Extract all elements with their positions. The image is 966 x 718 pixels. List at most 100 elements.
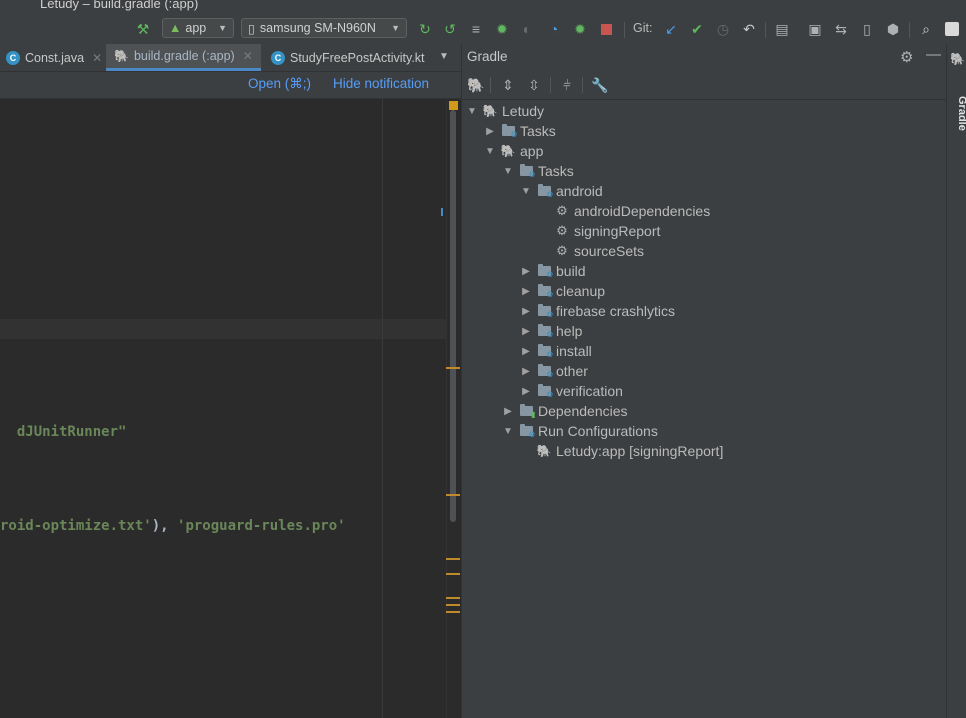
warning-marker[interactable] — [446, 367, 460, 369]
close-icon[interactable]: ✕ — [92, 51, 102, 65]
tab-label: StudyFreePostActivity.kt — [290, 50, 425, 65]
tree-item[interactable]: ▶ ⚙ install — [517, 341, 592, 361]
stop-icon[interactable] — [596, 19, 616, 39]
expanded-arrow-icon[interactable]: ▼ — [481, 146, 499, 157]
tree-item[interactable]: ⚙ androidDependencies — [535, 201, 710, 221]
project-structure-icon[interactable]: ▤ — [772, 19, 792, 39]
wrench-icon[interactable]: 🔧 — [590, 76, 610, 94]
git-rollback-icon[interactable]: ↶ — [739, 19, 759, 39]
tree-item[interactable]: ▶ ⚙ other — [517, 361, 588, 381]
close-icon[interactable]: ✕ — [243, 49, 253, 63]
tree-item[interactable]: ▶ ⚙ help — [517, 321, 582, 341]
tree-item[interactable]: ▶ ⚙ verification — [517, 381, 623, 401]
tree-item-label: Tasks — [520, 123, 556, 139]
tree-item[interactable]: 🐘 Letudy:app [signingReport] — [517, 441, 724, 461]
collapsed-arrow-icon[interactable]: ▶ — [481, 126, 499, 137]
toggle-offline-icon[interactable]: ⫩ — [557, 76, 577, 94]
gear-icon: ⚙ — [556, 203, 568, 218]
open-link[interactable]: Open (⌘;) — [248, 76, 311, 92]
coverage-icon[interactable]: ◐ — [517, 19, 537, 39]
expanded-arrow-icon[interactable]: ▼ — [499, 166, 517, 177]
hammer-build-icon[interactable]: ⚒ — [133, 19, 153, 39]
expanded-arrow-icon[interactable]: ▼ — [499, 426, 517, 437]
tree-item-label: other — [556, 363, 588, 379]
tree-item[interactable]: ▶ ⚙ cleanup — [517, 281, 605, 301]
collapsed-arrow-icon[interactable]: ▶ — [517, 286, 535, 297]
task-folder-icon: ⚙ — [517, 423, 536, 439]
git-history-icon[interactable]: ◷ — [713, 19, 733, 39]
expanded-arrow-icon[interactable]: ▼ — [517, 186, 535, 197]
gradle-strip-label[interactable]: Gradle — [956, 96, 966, 131]
string-literal: dJUnitRunner" — [16, 424, 127, 440]
editor-scrollbar-thumb[interactable] — [450, 110, 456, 522]
tree-item[interactable]: ⚙ sourceSets — [535, 241, 644, 261]
warning-marker[interactable] — [446, 611, 460, 613]
user-avatar-icon[interactable] — [942, 19, 962, 39]
tree-item[interactable]: ▼ 🐘 Letudy — [463, 101, 544, 121]
warning-marker[interactable] — [446, 494, 460, 496]
collapsed-arrow-icon[interactable]: ▶ — [499, 406, 517, 417]
tree-item[interactable]: ▶ ▮ Dependencies — [499, 401, 628, 421]
collapse-all-icon[interactable]: ⇳ — [524, 76, 544, 94]
tree-item-label: Letudy — [502, 103, 545, 119]
git-update-icon[interactable]: ↙ — [661, 19, 681, 39]
tree-item[interactable]: ▶ ⚙ build — [517, 261, 585, 281]
attach-debugger-icon[interactable]: ✹ — [570, 19, 590, 39]
run-list-icon[interactable]: ≡ — [466, 19, 486, 39]
warning-marker[interactable] — [446, 558, 460, 560]
tree-item[interactable]: ▶ ⚙ Tasks — [481, 121, 556, 141]
elephant-icon: 🐘 — [536, 444, 552, 458]
tree-item-label: Dependencies — [538, 403, 628, 419]
device-select[interactable]: ▯ samsung SM-N960N ▼ — [241, 18, 407, 38]
tab-build-gradle[interactable]: 🐘 build.gradle (:app) ✕ — [106, 44, 261, 71]
toolbar-divider — [582, 77, 583, 93]
gradle-toolbar: 🐘 ⇕ ⇳ ⫩ 🔧 — [462, 71, 946, 100]
collapsed-arrow-icon[interactable]: ▶ — [517, 266, 535, 277]
reload-gradle-icon[interactable]: 🐘 — [466, 76, 486, 94]
tree-item-label: sourceSets — [574, 243, 645, 259]
tree-item[interactable]: ▶ ⚙ firebase crashlytics — [517, 301, 675, 321]
gradle-strip-icon[interactable]: 🐘 — [950, 52, 965, 66]
collapsed-arrow-icon[interactable]: ▶ — [517, 306, 535, 317]
gradle-sync-icon[interactable]: ⇆ — [831, 19, 851, 39]
warning-indicator-icon[interactable] — [449, 101, 458, 110]
collapsed-arrow-icon[interactable]: ▶ — [517, 386, 535, 397]
gear-icon[interactable]: ⚙ — [900, 48, 913, 66]
git-commit-icon[interactable]: ✔ — [687, 19, 707, 39]
hide-notification-link[interactable]: Hide notification — [333, 76, 429, 91]
apply-code-changes-icon[interactable]: ↺ — [440, 19, 460, 39]
expanded-arrow-icon[interactable]: ▼ — [463, 106, 481, 117]
collapsed-arrow-icon[interactable]: ▶ — [517, 346, 535, 357]
collapsed-arrow-icon[interactable]: ▶ — [517, 326, 535, 337]
task-folder-icon: ⚙ — [535, 343, 554, 359]
profiler-icon[interactable]: ◔ — [544, 19, 564, 39]
warning-marker[interactable] — [446, 604, 460, 606]
sdk-manager-icon[interactable]: ⬢ — [883, 19, 903, 39]
warning-marker[interactable] — [446, 573, 460, 575]
tab-const-java[interactable]: C Const.java ✕ — [0, 44, 106, 71]
elephant-icon: 🐘 — [500, 144, 516, 158]
apply-changes-restart-icon[interactable]: ↻ — [415, 19, 435, 39]
tree-item-label: Tasks — [538, 163, 574, 179]
warning-marker[interactable] — [446, 597, 460, 599]
debug-bug-icon[interactable]: ✹ — [492, 19, 512, 39]
expand-all-icon[interactable]: ⇕ — [498, 76, 518, 94]
run-config-select[interactable]: ▲ app ▼ — [162, 18, 234, 38]
tree-item[interactable]: ▼ 🐘 app — [481, 141, 543, 161]
tree-item[interactable]: ▼ ⚙ android — [517, 181, 603, 201]
tree-item-label: install — [556, 343, 592, 359]
tree-item[interactable]: ⚙ signingReport — [535, 221, 660, 241]
toolbar-divider — [765, 22, 766, 38]
tree-item-label: Letudy:app [signingReport] — [556, 443, 724, 459]
collapsed-arrow-icon[interactable]: ▶ — [517, 366, 535, 377]
tree-item[interactable]: ▼ ⚙ Tasks — [499, 161, 574, 181]
avd-manager-icon[interactable]: ▯ — [857, 19, 877, 39]
tree-item-label: Run Configurations — [538, 423, 658, 439]
tree-item[interactable]: ▼ ⚙ Run Configurations — [499, 421, 658, 441]
terminal-icon[interactable]: ▣ — [805, 19, 825, 39]
tabs-overflow-chevron-icon[interactable]: ▼ — [439, 51, 449, 62]
tab-studyfreepostactivity[interactable]: C StudyFreePostActivity.kt — [261, 44, 433, 71]
search-icon[interactable]: ⌕ — [916, 19, 936, 39]
tree-item-label: firebase crashlytics — [556, 303, 676, 319]
minimize-icon[interactable]: — — [926, 46, 941, 63]
